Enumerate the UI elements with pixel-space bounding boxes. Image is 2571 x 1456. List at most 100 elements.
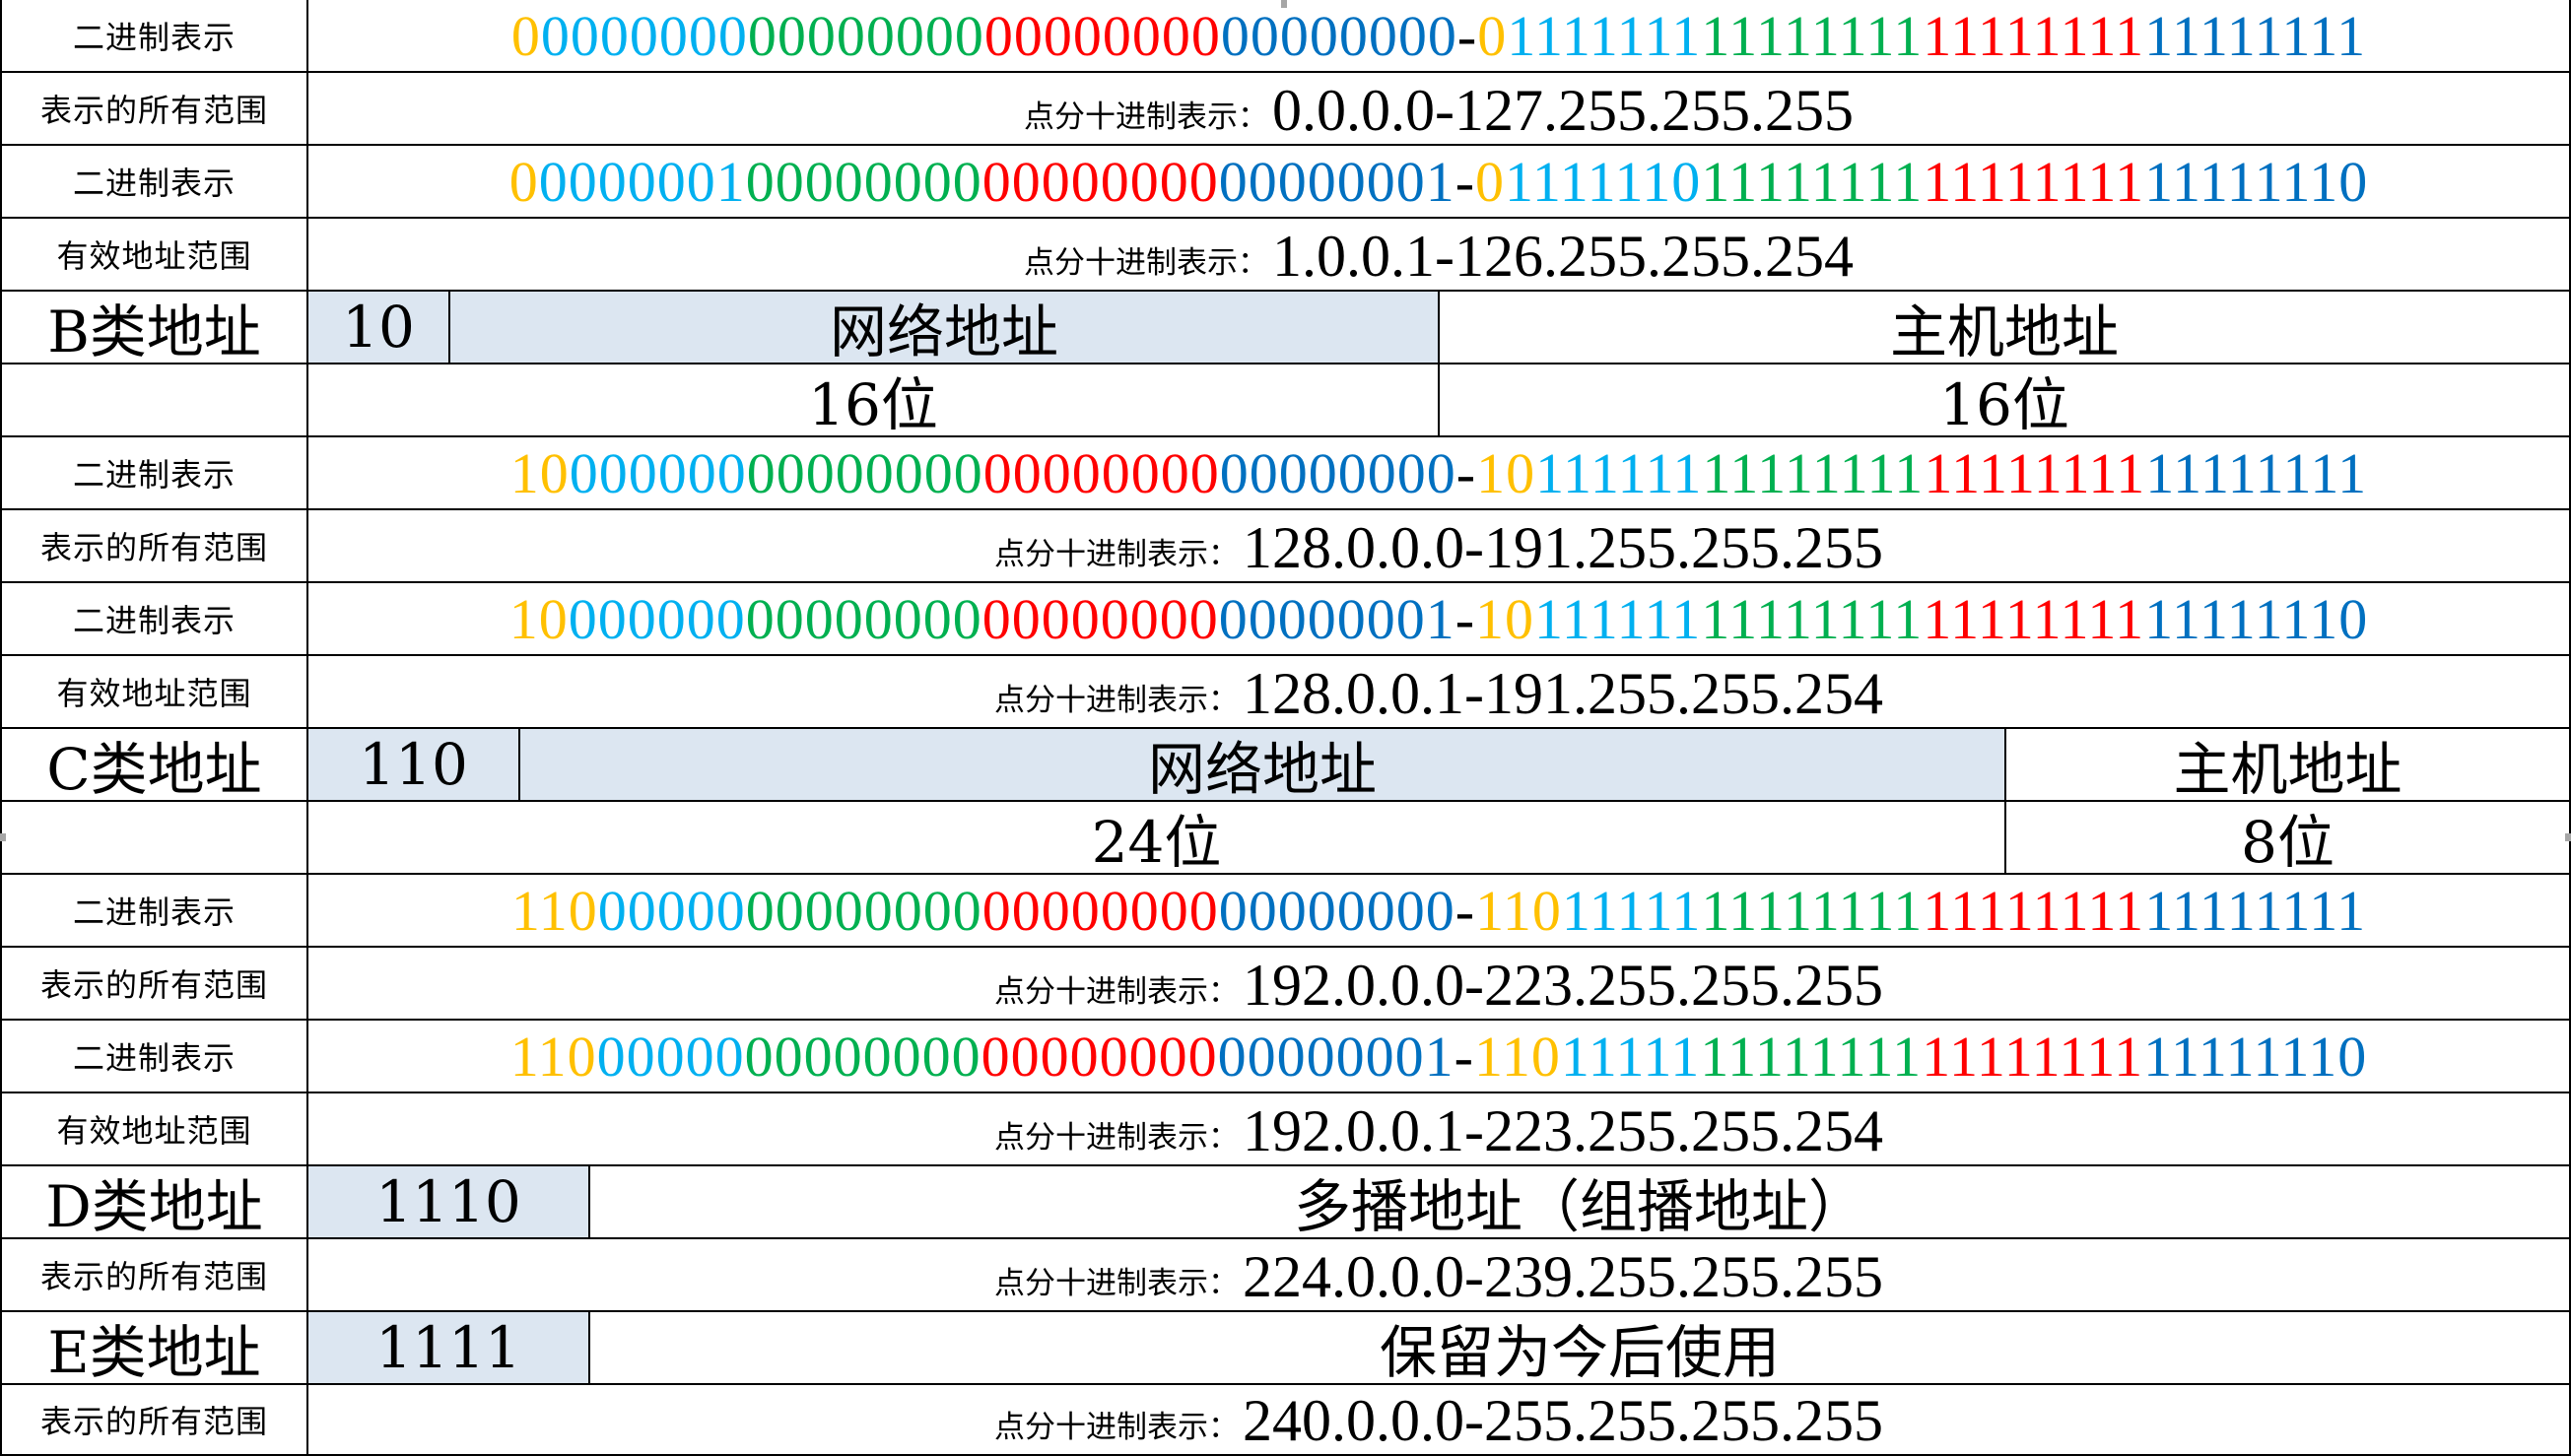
- range-dash: -: [1454, 1024, 1474, 1089]
- resize-handle-top[interactable]: [1281, 0, 1287, 8]
- bits-prefix: 10: [1475, 586, 1535, 651]
- row-a-binary-all: 二进制表示 0 0000000 00000000 00000000 00000000-0…: [0, 0, 2571, 73]
- label-all-range: 表示的所有范围: [0, 948, 308, 1021]
- bits-octet4: 11111111: [2145, 440, 2368, 505]
- bits-octet4: 00000000: [1219, 440, 1456, 505]
- bits-prefix: 10: [508, 586, 569, 651]
- label-binary: 二进制表示: [0, 0, 308, 73]
- row-a-all-range: 表示的所有范围 点分十进制表示： 0.0.0.0-127.255.255.255: [0, 73, 2571, 146]
- bits-prefix: 0: [1477, 3, 1508, 68]
- bits-prefix: 110: [1473, 1024, 1561, 1089]
- label-binary: 二进制表示: [0, 583, 308, 656]
- bits-octet3: 11111111: [1923, 586, 2145, 651]
- bits-octet3: 11111111: [1923, 3, 2145, 68]
- class-d-prefix: 1110: [308, 1166, 590, 1239]
- bits-octet3: 00000000: [981, 1024, 1218, 1089]
- bits-octet2: 11111111: [1701, 149, 1924, 214]
- class-b-network-bits: 16位: [308, 364, 1440, 437]
- row-c-valid-range: 有效地址范围 点分十进制表示： 192.0.0.1-223.255.255.254: [0, 1093, 2571, 1166]
- class-e-description: 保留为今后使用: [590, 1312, 2571, 1385]
- dotted-prefix: 点分十进制表示：: [994, 683, 1239, 718]
- bits-octet3: 11111111: [1923, 878, 2145, 943]
- bits-prefix: 10: [509, 440, 570, 505]
- bits-prefix: 0: [510, 3, 541, 68]
- label-valid-range: 有效地址范围: [0, 1093, 308, 1166]
- label-valid-range: 有效地址范围: [0, 656, 308, 729]
- empty-label: [0, 802, 308, 875]
- bits-octet1: 000000: [568, 586, 746, 651]
- bits-octet2: 00000000: [745, 586, 982, 651]
- row-b-binary-all: 二进制表示 10 000000 00000000 00000000 00000000-1…: [0, 437, 2571, 510]
- row-c-bits: 24位 8位: [0, 802, 2571, 875]
- label-binary: 二进制表示: [0, 437, 308, 510]
- row-a-valid-range: 有效地址范围 点分十进制表示： 1.0.0.1-126.255.255.254: [0, 219, 2571, 292]
- dotted-prefix: 点分十进制表示：: [994, 1266, 1239, 1301]
- dotted-range: 点分十进制表示： 224.0.0.0-239.255.255.255: [308, 1239, 2571, 1312]
- bits-octet3: 00000000: [981, 586, 1219, 651]
- label-binary: 二进制表示: [0, 146, 308, 219]
- class-c-prefix: 110: [308, 729, 520, 802]
- range-dash: -: [1456, 3, 1478, 68]
- dotted-value: 128.0.0.1-191.255.255.254: [1243, 661, 1883, 726]
- dotted-prefix: 点分十进制表示：: [994, 1120, 1239, 1156]
- row-b-all-range: 表示的所有范围 点分十进制表示： 128.0.0.0-191.255.255.25…: [0, 510, 2571, 583]
- bits-octet2: 00000000: [744, 1024, 981, 1089]
- bits-octet2: 11111111: [1701, 878, 1924, 943]
- label-all-range: 表示的所有范围: [0, 1385, 308, 1456]
- range-dash: -: [1455, 878, 1476, 943]
- dotted-prefix: 点分十进制表示：: [994, 974, 1239, 1010]
- bits-octet1: 1111111: [1507, 3, 1702, 68]
- empty-label: [0, 364, 308, 437]
- bits-octet1: 00000: [596, 1024, 745, 1089]
- label-valid-range: 有效地址范围: [0, 219, 308, 292]
- row-b-valid-range: 有效地址范围 点分十进制表示： 128.0.0.1-191.255.255.254: [0, 656, 2571, 729]
- binary-range: 0 0000000 00000000 00000000 00000000-0 111111…: [308, 0, 2571, 73]
- bits-octet1: 0000001: [538, 149, 746, 214]
- resize-handle-right[interactable]: [2565, 833, 2571, 841]
- bits-octet2: 00000000: [745, 149, 982, 214]
- bits-octet3: 00000000: [981, 878, 1219, 943]
- row-c-binary-valid: 二进制表示 110 00000 00000000 00000000 00000001-1…: [0, 1021, 2571, 1093]
- dotted-value: 224.0.0.0-239.255.255.255: [1243, 1244, 1883, 1309]
- resize-handle-left[interactable]: [0, 833, 6, 841]
- bits-octet3: 11111111: [1923, 149, 2145, 214]
- bits-prefix: 10: [1476, 440, 1536, 505]
- class-e-prefix: 1111: [308, 1312, 590, 1385]
- bits-octet2: 00000000: [747, 3, 984, 68]
- bits-prefix: 0: [1475, 149, 1506, 214]
- range-dash: -: [1455, 440, 1477, 505]
- binary-range: 110 00000 00000000 00000000 00000000-110 1111…: [308, 875, 2571, 948]
- bits-octet4: 11111111: [2144, 3, 2367, 68]
- label-binary: 二进制表示: [0, 1021, 308, 1093]
- class-c-host-bits: 8位: [2006, 802, 2571, 875]
- class-e-title: E类地址: [0, 1312, 308, 1385]
- bits-octet2: 11111111: [1701, 3, 1924, 68]
- dotted-prefix: 点分十进制表示：: [994, 537, 1239, 572]
- dotted-value: 128.0.0.0-191.255.255.255: [1243, 515, 1883, 580]
- dotted-value: 1.0.0.1-126.255.255.254: [1272, 224, 1854, 289]
- binary-range: 10 000000 00000000 00000000 00000000-10 11111…: [308, 437, 2571, 510]
- class-d-description: 多播地址（组播地址）: [590, 1166, 2571, 1239]
- binary-range: 110 00000 00000000 00000000 00000001-110 1111…: [308, 1021, 2571, 1093]
- bits-octet1: 0000000: [540, 3, 748, 68]
- class-c-host: 主机地址: [2006, 729, 2571, 802]
- class-b-host: 主机地址: [1440, 292, 2571, 364]
- bits-octet2: 11111111: [1702, 440, 1925, 505]
- dotted-range: 点分十进制表示： 128.0.0.0-191.255.255.255: [308, 510, 2571, 583]
- label-binary: 二进制表示: [0, 875, 308, 948]
- row-e-header: E类地址 1111 保留为今后使用: [0, 1312, 2571, 1385]
- dotted-prefix: 点分十进制表示：: [994, 1410, 1239, 1445]
- class-c-network-bits: 24位: [308, 802, 2006, 875]
- row-b-header: B类地址 10 网络地址 主机地址: [0, 292, 2571, 364]
- label-all-range: 表示的所有范围: [0, 1239, 308, 1312]
- bits-octet4: 11111111: [2144, 878, 2367, 943]
- binary-range: 10 000000 00000000 00000000 00000001-10 11111…: [308, 583, 2571, 656]
- bits-octet2: 11111111: [1701, 586, 1924, 651]
- bits-octet1: 111111: [1535, 440, 1703, 505]
- bits-octet1: 11111: [1561, 878, 1702, 943]
- bits-octet1: 1111110: [1505, 149, 1702, 214]
- binary-range: 0 0000001 00000000 00000000 00000001-0 111111…: [308, 146, 2571, 219]
- bits-octet4: 00000000: [1218, 878, 1455, 943]
- ip-address-class-table: 二进制表示 0 0000000 00000000 00000000 00000000-0…: [0, 0, 2571, 1456]
- row-d-header: D类地址 1110 多播地址（组播地址）: [0, 1166, 2571, 1239]
